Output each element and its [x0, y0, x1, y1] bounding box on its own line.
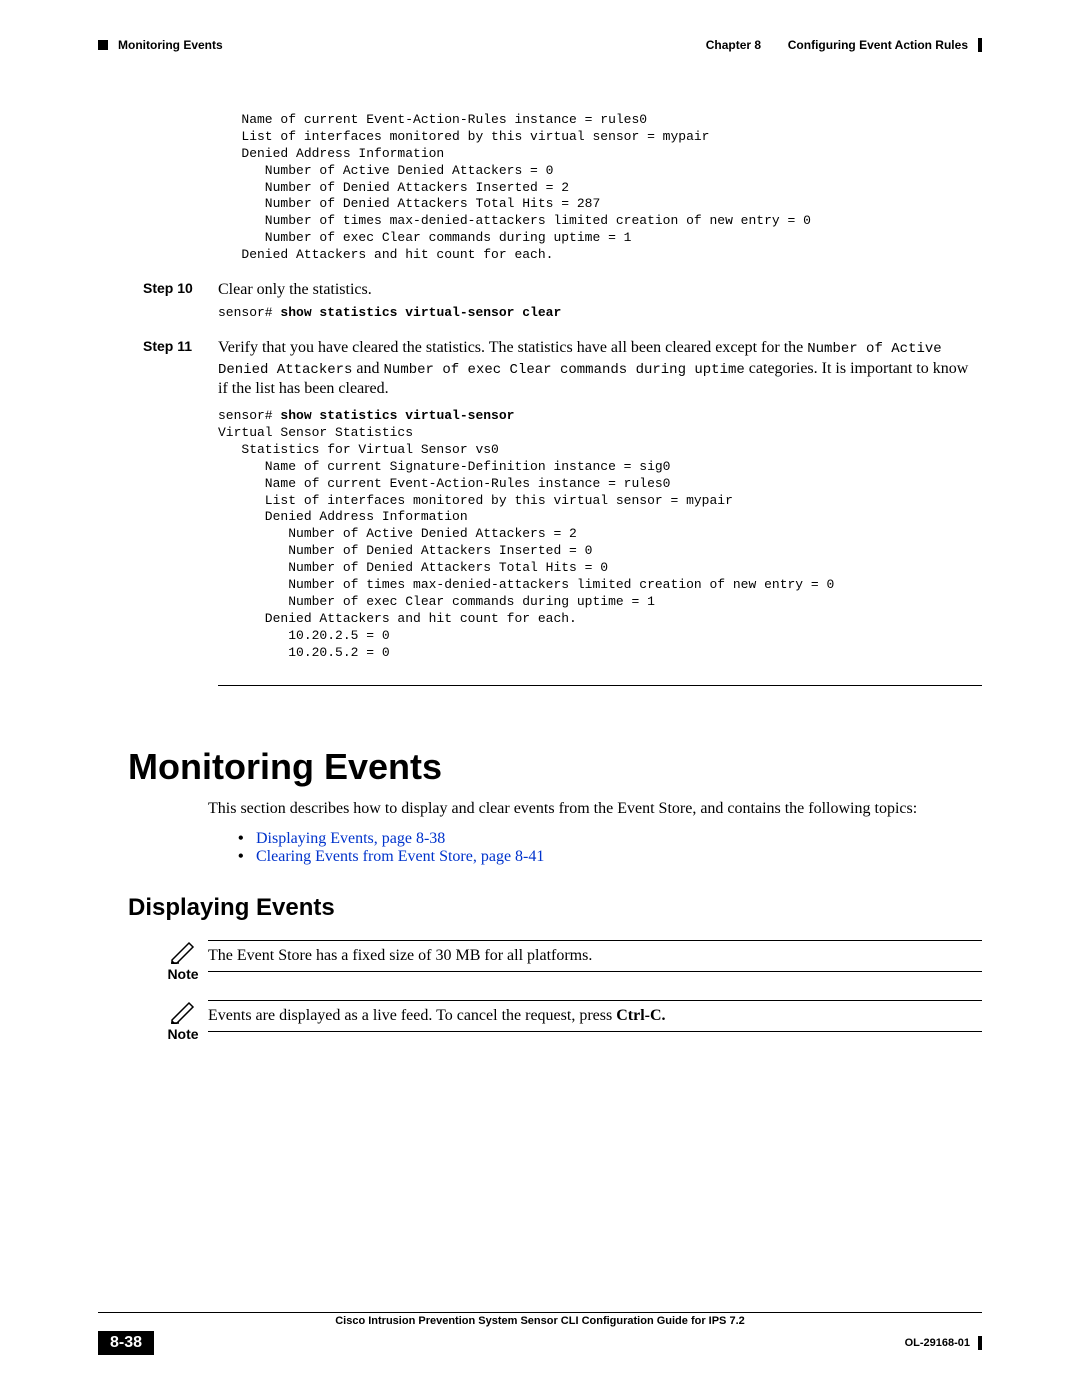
footer-bar-icon [978, 1336, 982, 1350]
link-displaying-events[interactable]: Displaying Events, page 8-38 [256, 830, 445, 847]
step-11-text-a: Verify that you have cleared the statist… [218, 339, 807, 356]
note-divider-bottom [208, 971, 982, 972]
step-11-prompt: sensor# [218, 408, 280, 423]
step-10-text: Clear only the statistics. [218, 281, 372, 298]
code-output-block-1: Name of current Event-Action-Rules insta… [218, 112, 982, 264]
header-section: Monitoring Events [118, 38, 223, 52]
step-11-cmd: show statistics virtual-sensor [280, 408, 514, 423]
note-2-text-a: Events are displayed as a live feed. To … [208, 1007, 616, 1024]
intro-paragraph: This section describes how to display an… [208, 798, 982, 820]
step-label-10: Step 10 [143, 280, 218, 322]
pencil-icon [169, 1000, 197, 1024]
note-label-1: Note [167, 966, 198, 982]
header-bar-icon [978, 38, 982, 52]
list-item: Clearing Events from Event Store, page 8… [238, 848, 982, 866]
note-divider-bottom [208, 1031, 982, 1032]
note-divider-top [208, 940, 982, 941]
note-label-2: Note [167, 1026, 198, 1042]
note-1-text: The Event Store has a fixed size of 30 M… [208, 947, 982, 965]
pencil-icon [169, 940, 197, 964]
heading-displaying-events: Displaying Events [128, 894, 982, 922]
header-chapter-title: Configuring Event Action Rules [788, 38, 968, 52]
step-10-cmd: show statistics virtual-sensor clear [280, 305, 561, 320]
note-block-1: Note The Event Store has a fixed size of… [158, 940, 982, 982]
list-item: Displaying Events, page 8-38 [238, 830, 982, 848]
page-header: Monitoring Events Chapter 8 Configuring … [98, 38, 982, 52]
note-2-bold: Ctrl-C. [616, 1007, 665, 1024]
divider [218, 685, 982, 686]
step-label-11: Step 11 [143, 338, 218, 662]
page-number-badge: 8-38 [98, 1331, 154, 1355]
page-footer: Cisco Intrusion Prevention System Sensor… [98, 1312, 982, 1355]
step-11-output: Virtual Sensor Statistics Statistics for… [218, 425, 982, 661]
step-10-prompt: sensor# [218, 305, 280, 320]
link-clearing-events[interactable]: Clearing Events from Event Store, page 8… [256, 848, 544, 865]
step-11-inline2: Number of exec Clear commands during upt… [384, 362, 745, 378]
step-11-mid1: and [352, 360, 383, 377]
header-chapter-label: Chapter 8 [706, 38, 761, 52]
note-divider-top [208, 1000, 982, 1001]
note-block-2: Note Events are displayed as a live feed… [158, 1000, 982, 1042]
header-marker-icon [98, 40, 108, 50]
heading-monitoring-events: Monitoring Events [128, 746, 982, 788]
footer-doc-title: Cisco Intrusion Prevention System Sensor… [335, 1315, 745, 1327]
footer-doc-id: OL-29168-01 [905, 1337, 970, 1349]
